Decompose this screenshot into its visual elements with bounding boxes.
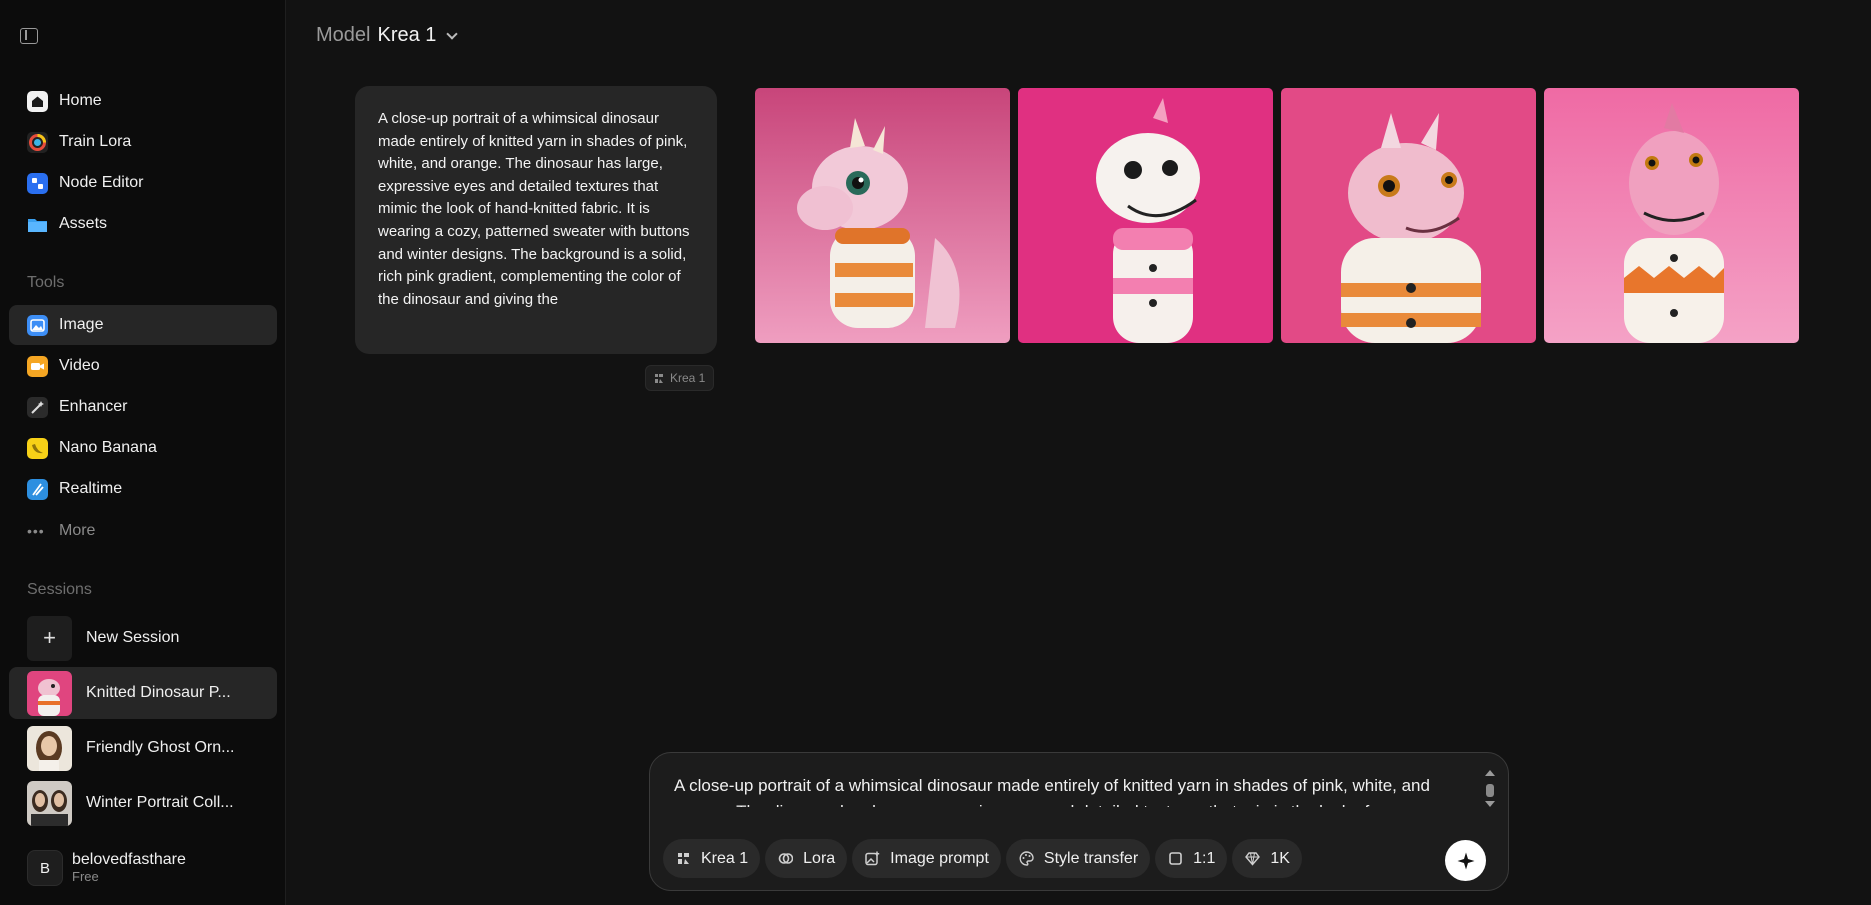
sessions-section-label: Sessions [27,581,92,598]
tool-item-label: Enhancer [59,398,128,415]
plus-icon: + [27,615,72,661]
model-selector-label: Model [316,24,371,46]
tool-item-realtime[interactable]: Realtime [9,469,277,509]
tool-item-enhancer[interactable]: Enhancer [9,387,277,427]
user-plan: Free [72,869,99,884]
new-session-label: New Session [86,629,180,646]
resolution-chip-label: 1K [1270,849,1290,867]
prompt-input[interactable]: A close-up portrait of a whimsical dinos… [674,773,1464,807]
style-transfer-chip[interactable]: Style transfer [1005,839,1151,878]
tool-item-label: Nano Banana [59,439,157,456]
session-label: Winter Portrait Coll... [86,794,234,811]
model-tag-label: Krea 1 [670,371,706,385]
enhancer-icon [27,396,48,418]
generate-button[interactable] [1445,840,1486,881]
tool-item-label: Video [59,357,100,374]
lora-icon [778,851,794,866]
sparkle-icon [1457,852,1474,869]
lora-chip-label: Lora [803,849,836,867]
model-tag: Krea 1 [645,365,715,391]
composer-options: Krea 1 Lora Image prompt Style transfer [663,839,1307,878]
nav-item-label: Node Editor [59,174,144,191]
generated-image[interactable] [1281,88,1536,343]
prompt-text: A close-up portrait of a whimsical dinos… [378,110,690,308]
prompt-composer[interactable]: A close-up portrait of a whimsical dinos… [649,752,1509,891]
tool-item-video[interactable]: Video [9,346,277,386]
prompt-card: A close-up portrait of a whimsical dinos… [355,86,717,354]
square-icon [1168,851,1183,866]
nav-item-home[interactable]: Home [9,81,277,121]
session-label: Knitted Dinosaur P... [86,684,231,701]
generated-image[interactable] [1544,88,1799,343]
session-thumbnail [27,670,72,716]
image-prompt-chip[interactable]: Image prompt [852,839,1001,878]
nav-item-node-editor[interactable]: Node Editor [9,163,277,203]
nav-item-assets[interactable]: Assets [9,204,277,244]
style-transfer-chip-label: Style transfer [1043,849,1139,867]
generated-image[interactable] [1018,88,1273,343]
tools-section-label: Tools [27,274,65,291]
sidebar-toggle-icon[interactable] [20,28,38,44]
aspect-ratio-chip[interactable]: 1:1 [1155,839,1228,878]
resolution-chip[interactable]: 1K [1232,839,1302,878]
video-icon [27,355,48,377]
generated-image[interactable] [755,88,1010,343]
scroll-up-icon[interactable] [1485,770,1495,776]
krea-logo-icon [654,373,664,384]
home-icon [27,90,48,112]
model-selector-value: Krea 1 [377,24,437,46]
image-add-icon [865,851,880,866]
nav-item-label: Home [59,92,102,109]
tool-item-label: Image [59,316,104,333]
node-editor-icon [27,172,48,194]
scroll-down-icon[interactable] [1485,801,1495,807]
image-prompt-chip-label: Image prompt [890,849,989,867]
session-item[interactable]: Knitted Dinosaur P... [9,667,277,719]
image-icon [27,314,48,336]
avatar: B [27,850,63,886]
model-chip-label: Krea 1 [701,849,749,867]
palette-icon [1019,851,1034,866]
model-selector[interactable]: Model Krea 1 [316,24,459,47]
nav-item-train-lora[interactable]: Train Lora [9,122,277,162]
tool-item-label: Realtime [59,480,123,497]
session-thumbnail [27,780,72,826]
session-label: Friendly Ghost Orn... [86,739,235,756]
user-profile[interactable]: B belovedfasthare Free [27,850,186,886]
folder-icon [27,214,48,235]
realtime-icon [27,478,48,500]
session-item[interactable]: Winter Portrait Coll... [9,777,277,829]
banana-icon [27,437,48,459]
new-session-button[interactable]: + New Session [9,612,277,664]
tool-item-image[interactable]: Image [9,305,277,345]
composer-scrollbar[interactable] [1484,770,1496,822]
session-thumbnail [27,725,72,771]
chevron-down-icon [446,27,459,40]
sidebar: Home Train Lora Node Editor Assets Tools [0,0,286,905]
app-window: Home Train Lora Node Editor Assets Tools [0,0,1871,905]
session-item[interactable]: Friendly Ghost Orn... [9,722,277,774]
nav-item-label: Train Lora [59,133,132,150]
more-label: More [59,522,96,539]
aspect-ratio-chip-label: 1:1 [1193,849,1216,867]
user-name: belovedfasthare [72,851,186,868]
tool-item-nano-banana[interactable]: Nano Banana [9,428,277,468]
krea-logo-icon [676,851,691,866]
more-button[interactable]: ••• More [9,511,277,551]
scrollbar-thumb[interactable] [1486,784,1494,797]
diamond-icon [1245,851,1261,866]
more-dots-icon: ••• [27,523,45,539]
train-lora-icon [27,131,48,153]
model-chip[interactable]: Krea 1 [663,839,761,878]
lora-chip[interactable]: Lora [765,839,848,878]
nav-item-label: Assets [59,215,108,232]
